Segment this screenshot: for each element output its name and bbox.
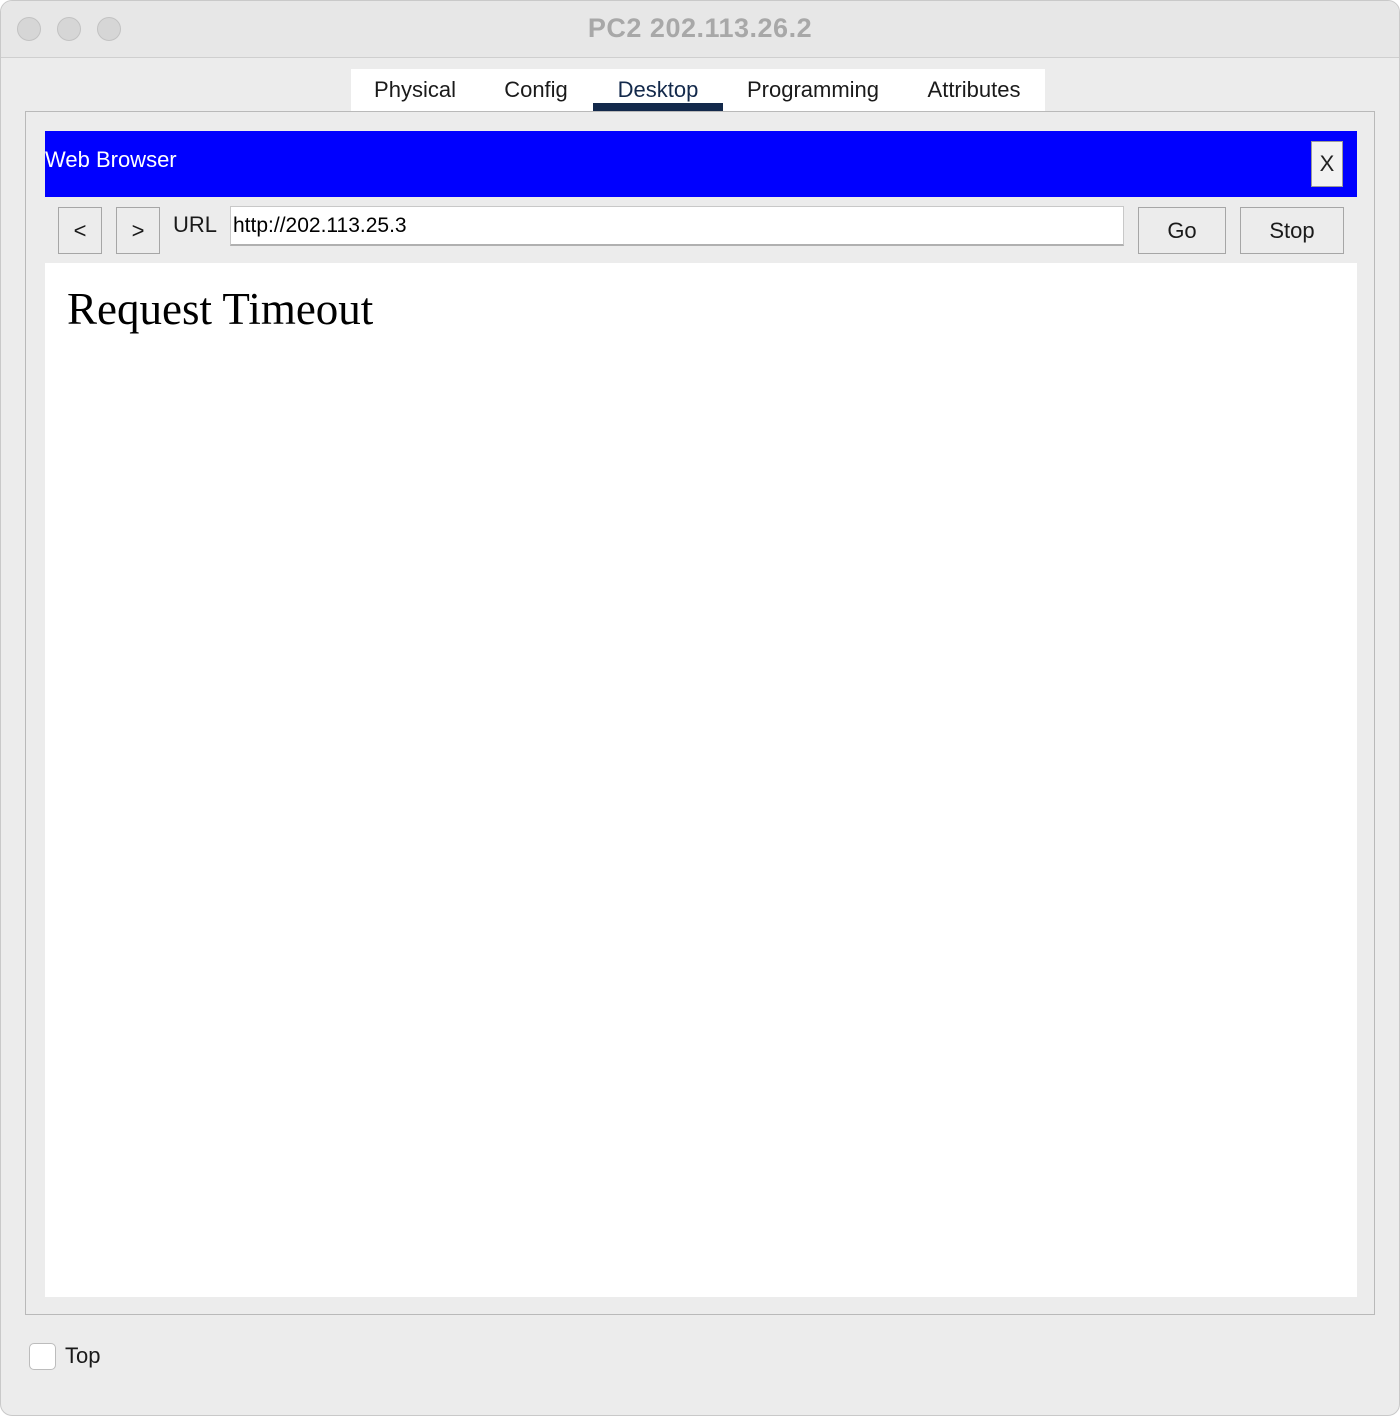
top-checkbox-label: Top xyxy=(65,1343,101,1368)
browser-content: Request Timeout xyxy=(45,263,1357,1297)
app-window: PC2 202.113.26.2 Physical Config Desktop… xyxy=(0,0,1400,1416)
top-checkbox[interactable] xyxy=(29,1343,56,1370)
forward-button[interactable]: > xyxy=(116,207,160,254)
tab-desktop[interactable]: Desktop xyxy=(593,69,723,111)
close-app-button[interactable]: X xyxy=(1311,141,1343,187)
url-label: URL xyxy=(173,212,218,237)
title-bar: PC2 202.113.26.2 xyxy=(1,1,1399,58)
url-input[interactable] xyxy=(230,206,1124,246)
web-browser-header: Web Browser X xyxy=(45,131,1357,197)
web-browser-title: Web Browser xyxy=(45,147,177,172)
page-heading: Request Timeout xyxy=(67,284,374,334)
go-button[interactable]: Go xyxy=(1138,207,1226,254)
tab-physical[interactable]: Physical xyxy=(351,69,479,111)
back-button[interactable]: < xyxy=(58,207,102,254)
tab-bar: Physical Config Desktop Programming Attr… xyxy=(351,69,1045,111)
window-title: PC2 202.113.26.2 xyxy=(587,13,813,43)
tab-programming[interactable]: Programming xyxy=(723,69,903,111)
tab-attributes[interactable]: Attributes xyxy=(903,69,1045,111)
tab-config[interactable]: Config xyxy=(479,69,593,111)
stop-button[interactable]: Stop xyxy=(1240,207,1344,254)
browser-toolbar: < > URL Go Stop xyxy=(45,197,1357,263)
